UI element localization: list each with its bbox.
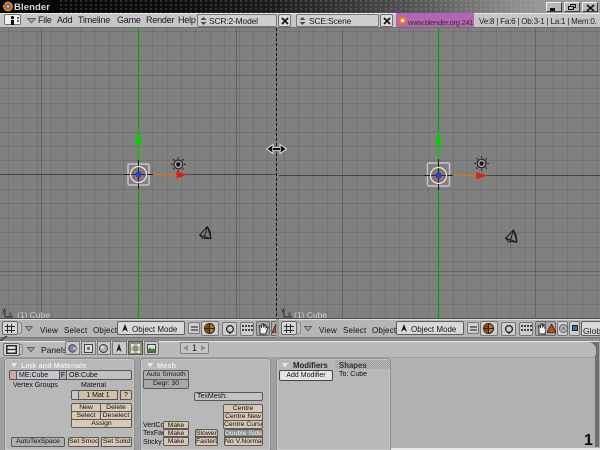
- svg-text:y: y: [281, 308, 284, 314]
- svg-text:y: y: [2, 308, 5, 314]
- svg-text:(1) Cube: (1) Cube: [294, 310, 327, 318]
- svg-text:(1) Cube: (1) Cube: [17, 310, 50, 318]
